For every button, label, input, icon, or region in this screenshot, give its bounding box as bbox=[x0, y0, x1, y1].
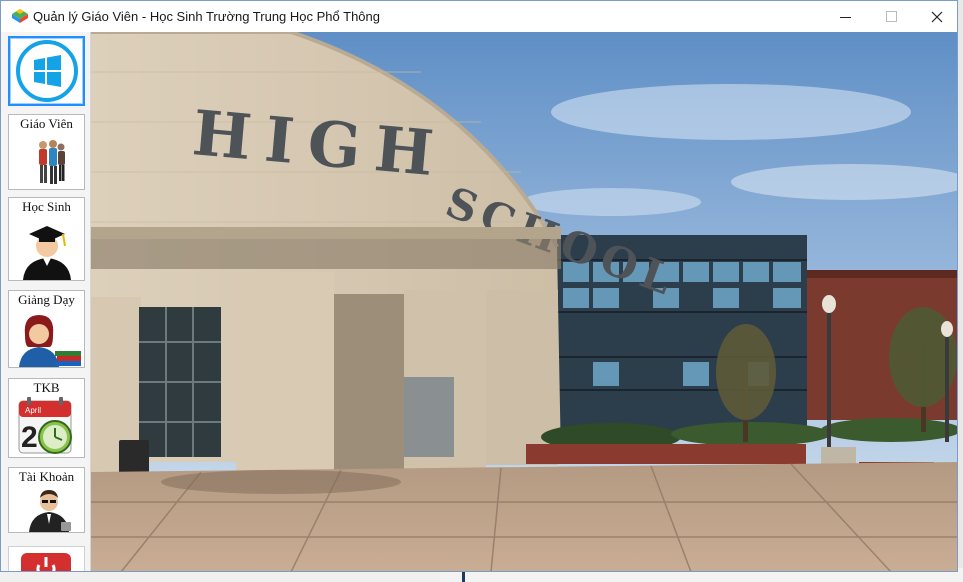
close-icon bbox=[931, 11, 943, 22]
sidebar-item-label: Tài Khoản bbox=[18, 469, 75, 484]
app-logo-icon bbox=[12, 9, 28, 23]
maximize-icon bbox=[885, 11, 897, 22]
sidebar: Giáo Viên Học Sinh Giảng Dạy TKB April 2… bbox=[1, 32, 91, 571]
sidebar-item-label: TKB bbox=[33, 380, 60, 395]
sidebar-item-label: Giảng Dạy bbox=[18, 292, 75, 307]
school-building-illustration: HIGH SCHOOL bbox=[91, 32, 957, 571]
graduate-student-icon bbox=[23, 226, 71, 280]
svg-text:2: 2 bbox=[21, 421, 38, 454]
title-bar: Quản lý Giáo Viên - Học Sinh Trường Trun… bbox=[1, 1, 957, 32]
minimize-button[interactable] bbox=[822, 1, 868, 32]
app-window: Quản lý Giáo Viên - Học Sinh Trường Trun… bbox=[0, 0, 958, 572]
sidebar-item-teaching[interactable]: Giảng Dạy bbox=[8, 290, 85, 368]
teacher-with-books-icon bbox=[19, 315, 81, 367]
minimize-icon bbox=[839, 16, 851, 18]
sidebar-item-teachers[interactable]: Giáo Viên bbox=[8, 114, 85, 190]
window-title: Quản lý Giáo Viên - Học Sinh Trường Trun… bbox=[33, 9, 380, 24]
sidebar-item-label: Giáo Viên bbox=[20, 116, 73, 131]
sidebar-item-exit[interactable] bbox=[8, 546, 85, 571]
close-button[interactable] bbox=[914, 1, 957, 32]
windows-start-icon bbox=[16, 40, 78, 102]
power-icon bbox=[21, 553, 71, 571]
sidebar-item-schedule[interactable]: TKB April 2 bbox=[8, 378, 85, 458]
sidebar-item-students[interactable]: Học Sinh bbox=[8, 197, 85, 281]
teachers-icon bbox=[39, 140, 65, 184]
background-window-edge bbox=[958, 0, 963, 582]
sidebar-item-account[interactable]: Tài Khoản bbox=[8, 467, 85, 533]
sidebar-item-label: Học Sinh bbox=[22, 199, 71, 214]
sidebar-item-start[interactable] bbox=[8, 36, 85, 106]
svg-text:April: April bbox=[25, 406, 41, 415]
maximize-button[interactable] bbox=[868, 1, 914, 32]
hero-image: HIGH SCHOOL bbox=[91, 32, 957, 571]
account-user-icon bbox=[29, 490, 71, 532]
calendar-clock-icon: April 2 bbox=[18, 397, 72, 454]
